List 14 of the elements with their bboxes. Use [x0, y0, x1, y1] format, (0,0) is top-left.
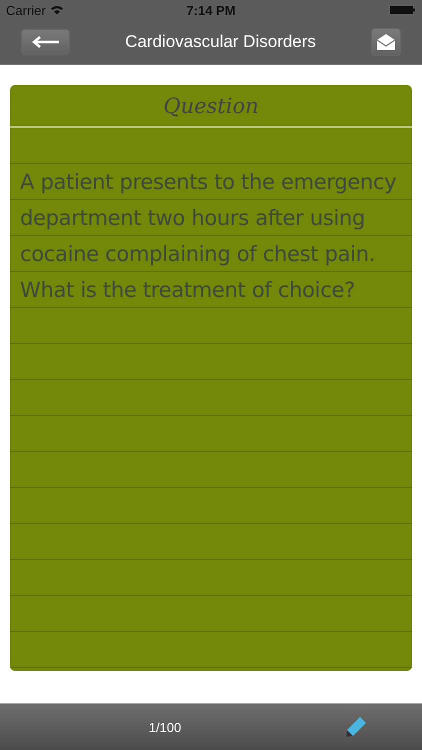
- question-text: A patient presents to the emergency department two hours after using cocaine complaining of chest pain. What is the treatment of choice?: [19, 169, 398, 304]
- nav-title: Cardiovascular Disorders: [125, 32, 316, 52]
- card-heading: Question: [163, 94, 259, 118]
- pencil-icon: [345, 716, 367, 738]
- page-counter: 1/100: [148, 720, 182, 734]
- edit-button[interactable]: [345, 716, 367, 738]
- mail-button[interactable]: [371, 28, 401, 56]
- carrier-label: Carrier: [6, 2, 46, 18]
- clock-time: 7:14 PM: [186, 2, 236, 18]
- back-button[interactable]: [21, 29, 70, 55]
- battery-icon: [390, 5, 416, 15]
- wifi-icon: [50, 5, 64, 15]
- open-envelope-icon: [376, 34, 396, 50]
- back-arrow-icon: [32, 36, 60, 48]
